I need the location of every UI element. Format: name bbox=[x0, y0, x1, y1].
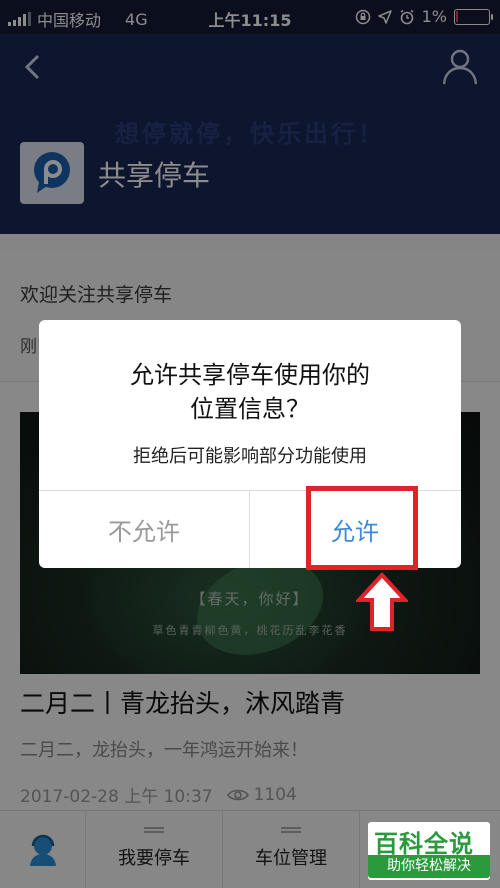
deny-button[interactable]: 不允许 bbox=[39, 491, 249, 568]
watermark-logo: 百科全说 助你轻松解决 bbox=[368, 822, 490, 880]
watermark-sub: 助你轻松解决 bbox=[368, 855, 490, 878]
watermark-main: 百科全说 bbox=[374, 830, 474, 858]
dialog-title: 允许共享停车使用你的 位置信息？ bbox=[39, 358, 461, 426]
dialog-title-line1: 允许共享停车使用你的 bbox=[130, 361, 370, 389]
dialog-title-line2: 位置信息？ bbox=[190, 395, 310, 423]
dialog-message: 拒绝后可能影响部分功能使用 bbox=[133, 446, 367, 467]
up-arrow-icon bbox=[356, 572, 408, 631]
allow-highlight-box bbox=[306, 486, 418, 570]
